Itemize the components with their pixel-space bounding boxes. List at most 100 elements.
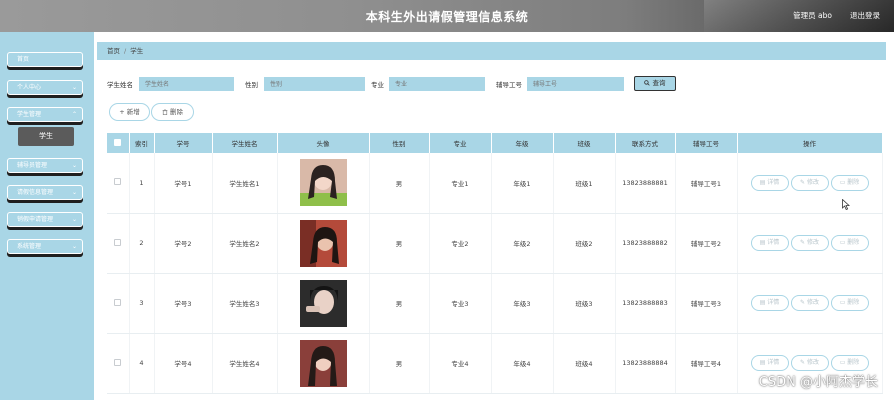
phone-cell: 13823888884 <box>615 333 676 394</box>
counselor-id-cell: 辅导工号4 <box>675 333 738 394</box>
sidebar-item-label: 系统管理 <box>17 243 42 250</box>
row-checkbox[interactable] <box>114 298 122 306</box>
column-header: 专业 <box>429 133 492 153</box>
column-header: 年级 <box>491 133 554 153</box>
row-select-cell <box>107 273 130 334</box>
class-cell: 班级1 <box>553 153 616 214</box>
main-content: 首页 /学生 学生姓名 性别 专业 辅导工号 查询 + 新增 删除 <box>94 32 894 400</box>
add-button-label: + 新增 <box>119 108 140 116</box>
counselor-id-cell: 辅导工号3 <box>675 273 738 334</box>
index-cell: 1 <box>129 153 155 214</box>
batch-delete-button[interactable]: 删除 <box>151 103 194 121</box>
major-cell: 专业3 <box>429 273 492 334</box>
avatar <box>299 339 347 387</box>
counselor-id-cell: 辅导工号1 <box>675 153 738 214</box>
pencil-icon: ✎ <box>800 359 806 366</box>
sidebar-item-counselor-mgmt[interactable]: 辅导员管理 ⌄ <box>7 158 83 173</box>
breadcrumb: 首页 / 学生 <box>97 42 886 60</box>
major-input[interactable] <box>389 77 485 91</box>
avatar <box>299 219 347 267</box>
pencil-icon: ✎ <box>800 239 806 246</box>
gender-cell: 男 <box>369 153 430 214</box>
delete-row-button[interactable]: ▭ 删除 <box>830 355 869 371</box>
student-name-cell: 学生姓名4 <box>212 333 278 394</box>
major-cell: 专业1 <box>429 153 492 214</box>
grade-cell: 年级3 <box>491 273 554 334</box>
phone-cell: 13823888882 <box>615 213 676 274</box>
delete-row-button[interactable]: ▭ 删除 <box>830 295 869 311</box>
edit-button[interactable]: ✎ 修改 <box>790 355 829 371</box>
query-button[interactable]: 查询 <box>634 76 676 91</box>
sidebar-subitem-student[interactable]: 学生 <box>18 127 74 146</box>
gender-cell: 男 <box>369 273 430 334</box>
top-header: 本科生外出请假管理信息系统 管理员 abo 退出登录 <box>0 0 894 32</box>
phone-cell: 13823888881 <box>615 153 676 214</box>
breadcrumb-current: 学生 <box>130 47 144 55</box>
column-header: 学生姓名 <box>212 133 278 153</box>
avatar-cell <box>277 333 370 394</box>
detail-button[interactable]: ▤ 详情 <box>750 235 789 251</box>
avatar-cell <box>277 273 370 334</box>
mouse-cursor-icon <box>842 199 850 210</box>
trash-icon <box>162 109 168 115</box>
class-cell: 班级4 <box>553 333 616 394</box>
select-all-cell <box>107 133 130 153</box>
sidebar-item-label: 辅导员管理 <box>17 162 48 169</box>
row-select-cell <box>107 333 130 394</box>
edit-button[interactable]: ✎ 修改 <box>790 295 829 311</box>
gender-input[interactable] <box>264 77 365 91</box>
sidebar-item-label: 学生管理 <box>17 111 42 118</box>
detail-button-label: 详情 <box>767 239 780 246</box>
grade-cell: 年级1 <box>491 153 554 214</box>
table-row: 2 学号2 学生姓名2 男 专业2 年级2 班级2 13823888882 辅导… <box>107 213 883 274</box>
delete-row-button-label: 删除 <box>847 239 860 246</box>
table-row: 3 学号3 学生姓名3 男 专业3 年级3 班级3 13823888883 辅导… <box>107 273 883 334</box>
counselor-id-input[interactable] <box>527 77 624 91</box>
breadcrumb-home[interactable]: 首页 <box>107 47 120 55</box>
doc-icon: ▤ <box>759 178 766 186</box>
sidebar-item-home[interactable]: 首页 <box>7 52 83 67</box>
operations-cell: ▤ 详情 ✎ 修改 ▭ 删除 <box>737 153 883 214</box>
chevron-down-icon: ⌄ <box>71 216 77 223</box>
edit-button[interactable]: ✎ 修改 <box>790 174 829 191</box>
row-select-cell <box>107 153 130 214</box>
edit-button[interactable]: ✎ 修改 <box>790 235 829 251</box>
sidebar-item-system-mgmt[interactable]: 系统管理 ⌄ <box>7 239 83 254</box>
index-cell: 3 <box>129 273 155 334</box>
add-button[interactable]: + 新增 <box>109 103 150 121</box>
column-header: 性别 <box>369 133 430 153</box>
doc-icon: ▤ <box>759 299 766 306</box>
sidebar-item-student-mgmt[interactable]: 学生管理 ⌃ <box>7 107 83 122</box>
avatar <box>299 279 347 327</box>
delete-row-button[interactable]: ▭ 删除 <box>830 174 869 191</box>
row-checkbox[interactable] <box>114 358 122 366</box>
sidebar-item-label: 首页 <box>17 56 30 63</box>
trash-icon: ▭ <box>839 359 846 366</box>
student-name-input[interactable] <box>139 77 234 91</box>
student-table: 索引 学号 学生姓名 头像 性别 专业 年级 班级 联系方式 辅导工号 操作 1… <box>107 133 883 394</box>
row-checkbox[interactable] <box>114 238 122 246</box>
row-checkbox[interactable] <box>114 178 122 186</box>
sidebar-item-personal-center[interactable]: 个人中心 ⌄ <box>7 80 83 95</box>
sidebar-item-return-mgmt[interactable]: 销假申请管理 ⌄ <box>7 212 83 227</box>
detail-button[interactable]: ▤ 详情 <box>750 295 789 311</box>
row-select-cell <box>107 213 130 274</box>
logout-link[interactable]: 退出登录 <box>850 10 880 21</box>
detail-button-label: 详情 <box>767 359 780 366</box>
doc-icon: ▤ <box>759 239 766 246</box>
select-all-checkbox[interactable] <box>114 138 122 146</box>
avatar-cell <box>277 213 370 274</box>
breadcrumb-separator: / <box>124 47 127 55</box>
sidebar-item-leave-mgmt[interactable]: 请假信息管理 ⌄ <box>7 185 83 200</box>
avatar-cell <box>277 153 370 214</box>
trash-icon: ▭ <box>839 299 846 306</box>
major-cell: 专业2 <box>429 213 492 274</box>
delete-row-button[interactable]: ▭ 删除 <box>830 235 869 251</box>
detail-button[interactable]: ▤ 详情 <box>750 174 789 191</box>
detail-button-label: 详情 <box>767 299 780 306</box>
edit-button-label: 修改 <box>806 359 819 366</box>
student-name-cell: 学生姓名3 <box>212 273 278 334</box>
detail-button[interactable]: ▤ 详情 <box>750 355 789 371</box>
major-cell: 专业4 <box>429 333 492 394</box>
student-name-cell: 学生姓名1 <box>212 153 278 214</box>
